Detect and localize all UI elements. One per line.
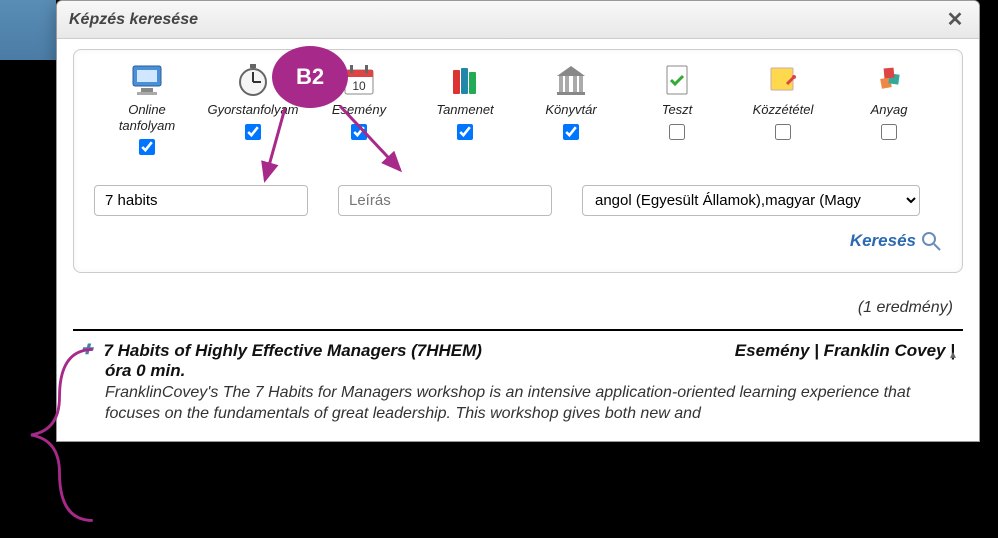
result-count: (1 eredmény) <box>73 299 953 317</box>
checkbox-tanmenet[interactable] <box>457 124 473 140</box>
type-anyag: Anyag <box>841 62 937 155</box>
divider <box>73 329 963 331</box>
result-description: FranklinCovey's The 7 Habits for Manager… <box>105 383 955 425</box>
stopwatch-icon <box>235 62 271 98</box>
type-label: Anyag <box>871 102 908 118</box>
dialog-body: Online tanfolyam Gyorstanfolyam <box>57 39 979 441</box>
note-icon <box>765 62 801 98</box>
description-input[interactable] <box>338 185 552 216</box>
type-label: Esemény <box>332 102 386 118</box>
language-select[interactable]: angol (Egyesült Államok),magyar (Magy <box>582 185 920 216</box>
result-title: 7 Habits of Highly Effective Managers (7… <box>103 341 482 360</box>
type-konyvtar: Könyvtár <box>523 62 619 155</box>
library-icon <box>553 62 589 98</box>
magnifier-icon <box>920 230 942 252</box>
type-tanmenet: Tanmenet <box>417 62 513 155</box>
type-kozzetetel: Közzététel <box>735 62 831 155</box>
type-label: Könyvtár <box>545 102 596 118</box>
annotation-b2-callout: B2 <box>272 46 348 108</box>
checkbox-kozzetetel[interactable] <box>775 124 791 140</box>
type-label: Online tanfolyam <box>119 102 175 133</box>
app-strip <box>0 0 56 60</box>
type-teszt: Teszt <box>629 62 725 155</box>
result-meta: Esemény | Franklin Covey | <box>735 341 955 361</box>
checkbox-online-tanfolyam[interactable] <box>139 139 155 155</box>
test-icon <box>659 62 695 98</box>
result-item[interactable]: ▴ ✚ 7 Habits of Highly Effective Manager… <box>73 341 963 425</box>
type-online-tanfolyam: Online tanfolyam <box>99 62 195 155</box>
expand-icon[interactable]: ✚ <box>81 341 93 358</box>
checkbox-teszt[interactable] <box>669 124 685 140</box>
checkbox-gyorstanfolyam[interactable] <box>245 124 261 140</box>
cubes-icon <box>871 62 907 98</box>
search-row: angol (Egyesült Államok),magyar (Magy <box>94 185 942 216</box>
dialog-title: Képzés keresése <box>69 11 198 29</box>
close-icon[interactable]: ✕ <box>943 7 967 32</box>
type-label: Teszt <box>662 102 693 118</box>
checkbox-konyvtar[interactable] <box>563 124 579 140</box>
search-button-label: Keresés <box>850 231 916 251</box>
type-row: Online tanfolyam Gyorstanfolyam <box>94 62 942 155</box>
training-search-dialog: Képzés keresése ✕ Online tanfolyam <box>56 0 980 442</box>
filter-panel: Online tanfolyam Gyorstanfolyam <box>73 49 963 273</box>
books-icon <box>447 62 483 98</box>
result-title-row: ✚ 7 Habits of Highly Effective Managers … <box>81 341 955 361</box>
svg-text:10: 10 <box>352 79 366 93</box>
monitor-icon <box>129 62 165 98</box>
type-label: Tanmenet <box>436 102 493 118</box>
type-label: Gyorstanfolyam <box>207 102 298 118</box>
result-duration: óra 0 min. <box>105 361 955 381</box>
scroll-up-icon[interactable]: ▴ <box>943 347 963 367</box>
titlebar: Képzés keresése ✕ <box>57 1 979 39</box>
checkbox-esemeny[interactable] <box>351 124 367 140</box>
search-action-row: Keresés <box>94 230 942 252</box>
search-button[interactable]: Keresés <box>850 230 942 252</box>
search-input[interactable] <box>94 185 308 216</box>
type-label: Közzététel <box>753 102 814 118</box>
checkbox-anyag[interactable] <box>881 124 897 140</box>
